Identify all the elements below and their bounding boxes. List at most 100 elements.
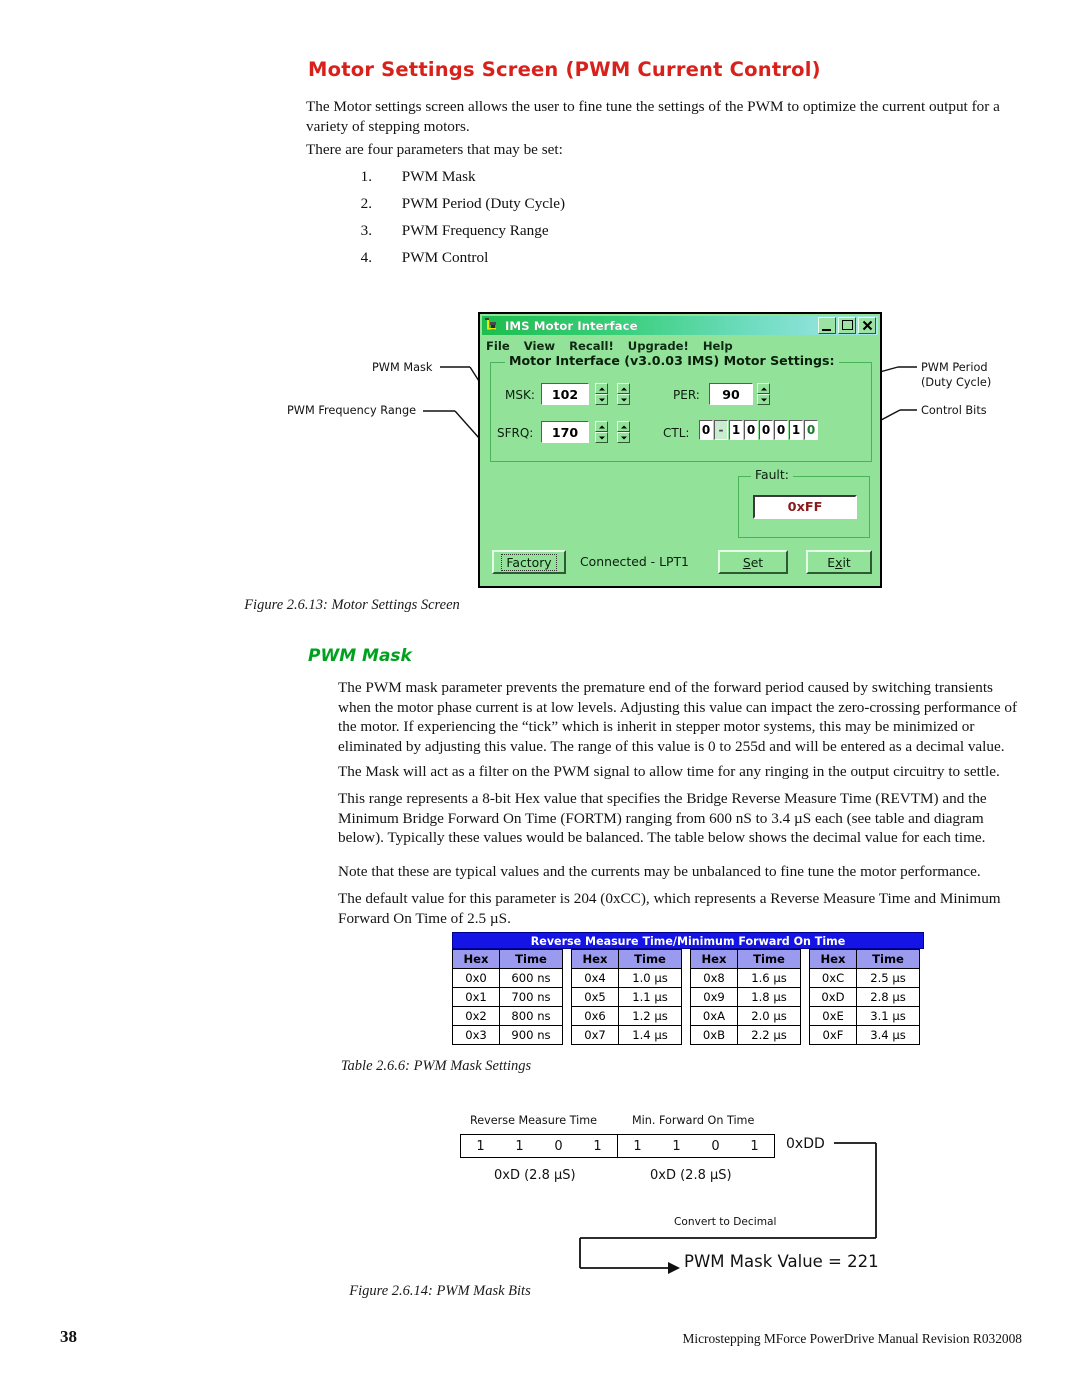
per-input[interactable]: 90 — [709, 383, 753, 405]
set-button[interactable]: Set — [718, 550, 788, 574]
ctl-bit-7[interactable]: 0 — [804, 420, 818, 440]
ctl-bit-2[interactable]: 1 — [729, 420, 743, 440]
ctl-bit-5[interactable]: 0 — [774, 420, 788, 440]
cell-hex: 0x1 — [452, 987, 500, 1007]
ctl-bit-0[interactable]: 0 — [699, 420, 713, 440]
callout-control-bits: Control Bits — [921, 404, 987, 417]
sfrq-stepper-a[interactable] — [595, 421, 608, 445]
msk-stepper-a[interactable] — [595, 383, 608, 407]
cell-hex: 0xF — [809, 1025, 857, 1045]
table-row: 0xD 2.8 µs — [809, 987, 920, 1007]
list-item-number: 4. — [360, 249, 372, 266]
section-paragraph-2: The Mask will act as a filter on the PWM… — [338, 763, 1000, 780]
msk-input[interactable]: 102 — [541, 383, 589, 405]
connection-status: Connected - LPT1 — [580, 554, 689, 569]
cell-time: 1.1 µs — [618, 987, 682, 1007]
cell-time: 2.5 µs — [856, 968, 920, 988]
factory-button-label: Factory — [501, 553, 557, 571]
cell-time: 700 ns — [499, 987, 563, 1007]
figure-caption-2-6-14: Figure 2.6.14: PWM Mask Bits — [349, 1283, 531, 1299]
maximize-icon[interactable] — [838, 317, 856, 334]
menu-item-upgrade[interactable]: Upgrade! — [628, 338, 698, 354]
table-row: 0x7 1.4 µs — [571, 1025, 682, 1045]
ctl-bit-1[interactable]: - — [714, 420, 728, 440]
ctl-bit-6[interactable]: 1 — [789, 420, 803, 440]
menu-item-view[interactable]: View — [524, 338, 564, 354]
msk-label: MSK: — [505, 388, 535, 402]
cell-hex: 0x9 — [690, 987, 738, 1007]
list-item-label: PWM Mask — [401, 168, 476, 185]
table-caption-2-6-6: Table 2.6.6: PWM Mask Settings — [340, 1058, 532, 1074]
cell-time: 2.0 µs — [737, 1006, 801, 1026]
column-header-hex: Hex — [809, 949, 857, 969]
cell-time: 2.2 µs — [737, 1025, 801, 1045]
figure-caption-2-6-13: Figure 2.6.13: Motor Settings Screen — [244, 597, 460, 613]
motor-settings-groupbox: Motor Interface (v3.0.03 IMS) Motor Sett… — [490, 353, 872, 462]
app-icon — [485, 318, 500, 333]
fault-groupbox: Fault: 0xFF — [738, 467, 870, 538]
table-row: 0x1 700 ns — [452, 987, 563, 1007]
ctl-bit-4[interactable]: 0 — [759, 420, 773, 440]
close-icon[interactable] — [858, 317, 876, 334]
sfrq-input[interactable]: 170 — [541, 421, 589, 443]
table-row: 0x4 1.0 µs — [571, 968, 682, 988]
cell-hex: 0x6 — [571, 1006, 619, 1026]
ctl-bit-field: 0 - 1 0 0 0 1 0 — [699, 420, 819, 440]
set-button-label: et — [750, 554, 764, 570]
cell-hex: 0xD — [809, 987, 857, 1007]
cell-hex: 0x8 — [690, 968, 738, 988]
pwm-mask-bits-diagram: Reverse Measure Time Min. Forward On Tim… — [452, 1112, 932, 1282]
column-header-hex: Hex — [571, 949, 619, 969]
table-band-title: Reverse Measure Time/Minimum Forward On … — [452, 932, 924, 949]
document-page: Motor Settings Screen (PWM Current Contr… — [0, 0, 1080, 1397]
exit-button-label-pre: E — [827, 554, 836, 570]
per-stepper[interactable] — [757, 383, 770, 407]
table-blocks: Hex Time 0x0 600 ns 0x1 700 ns 0x2 800 ns 0… — [452, 949, 924, 1045]
page-title: Motor Settings Screen (PWM Current Contr… — [308, 58, 821, 81]
cell-time: 1.0 µs — [618, 968, 682, 988]
cell-time: 1.2 µs — [618, 1006, 682, 1026]
column-header-time: Time — [737, 949, 801, 969]
menu-item-recall[interactable]: Recall! — [569, 338, 623, 354]
sfrq-label: SFRQ: — [497, 426, 534, 440]
callout-pwm-mask: PWM Mask — [372, 361, 433, 374]
factory-button[interactable]: Factory — [492, 550, 566, 574]
bitdiag-flow-arrows — [579, 1142, 877, 1274]
ims-motor-interface-window: IMS Motor Interface File View Recall! Up… — [478, 312, 882, 588]
list-item-number: 3. — [360, 222, 372, 239]
table-row: 0xC 2.5 µs — [809, 968, 920, 988]
cell-time: 600 ns — [499, 968, 563, 988]
msk-stepper-b[interactable] — [617, 383, 630, 407]
fault-value: 0xFF — [753, 495, 857, 519]
table-block-3: Hex Time 0x8 1.6 µs 0x9 1.8 µs 0xA 2.0 µs 0… — [690, 949, 801, 1045]
ctl-bit-3[interactable]: 0 — [744, 420, 758, 440]
callout-pwm-frequency-range: PWM Frequency Range — [287, 404, 417, 417]
table-row: 0x8 1.6 µs — [690, 968, 801, 988]
cell-time: 800 ns — [499, 1006, 563, 1026]
column-header-time: Time — [499, 949, 563, 969]
list-item-number: 1. — [360, 168, 372, 185]
menu-item-help[interactable]: Help — [703, 338, 742, 354]
section-paragraph-3: This range represents a 8-bit Hex value … — [338, 790, 987, 847]
list-item: 2. PWM Period (Duty Cycle) — [306, 195, 1022, 222]
list-item-label: PWM Control — [401, 249, 489, 266]
fault-legend: Fault: — [751, 467, 793, 482]
section-subheading: PWM Mask — [308, 646, 412, 666]
table-row: 0x9 1.8 µs — [690, 987, 801, 1007]
column-header-time: Time — [618, 949, 682, 969]
groupbox-legend: Motor Interface (v3.0.03 IMS) Motor Sett… — [505, 353, 839, 368]
minimize-icon[interactable] — [818, 317, 836, 334]
sfrq-stepper-b[interactable] — [617, 421, 630, 445]
window-titlebar[interactable]: IMS Motor Interface — [482, 316, 878, 335]
table-block-2: Hex Time 0x4 1.0 µs 0x5 1.1 µs 0x6 1.2 µs 0… — [571, 949, 682, 1045]
table-row: 0x5 1.1 µs — [571, 987, 682, 1007]
page-number: 38 — [60, 1327, 77, 1346]
menu-item-file[interactable]: File — [486, 338, 519, 354]
list-item-number: 2. — [360, 195, 372, 212]
exit-button[interactable]: Exit — [806, 550, 872, 574]
list-item-label: PWM Frequency Range — [401, 222, 549, 239]
params-lead: There are four parameters that may be se… — [306, 141, 563, 158]
cell-hex: 0x0 — [452, 968, 500, 988]
window-controls — [818, 317, 876, 334]
footer-text: Microstepping MForce PowerDrive Manual R… — [682, 1331, 1022, 1346]
